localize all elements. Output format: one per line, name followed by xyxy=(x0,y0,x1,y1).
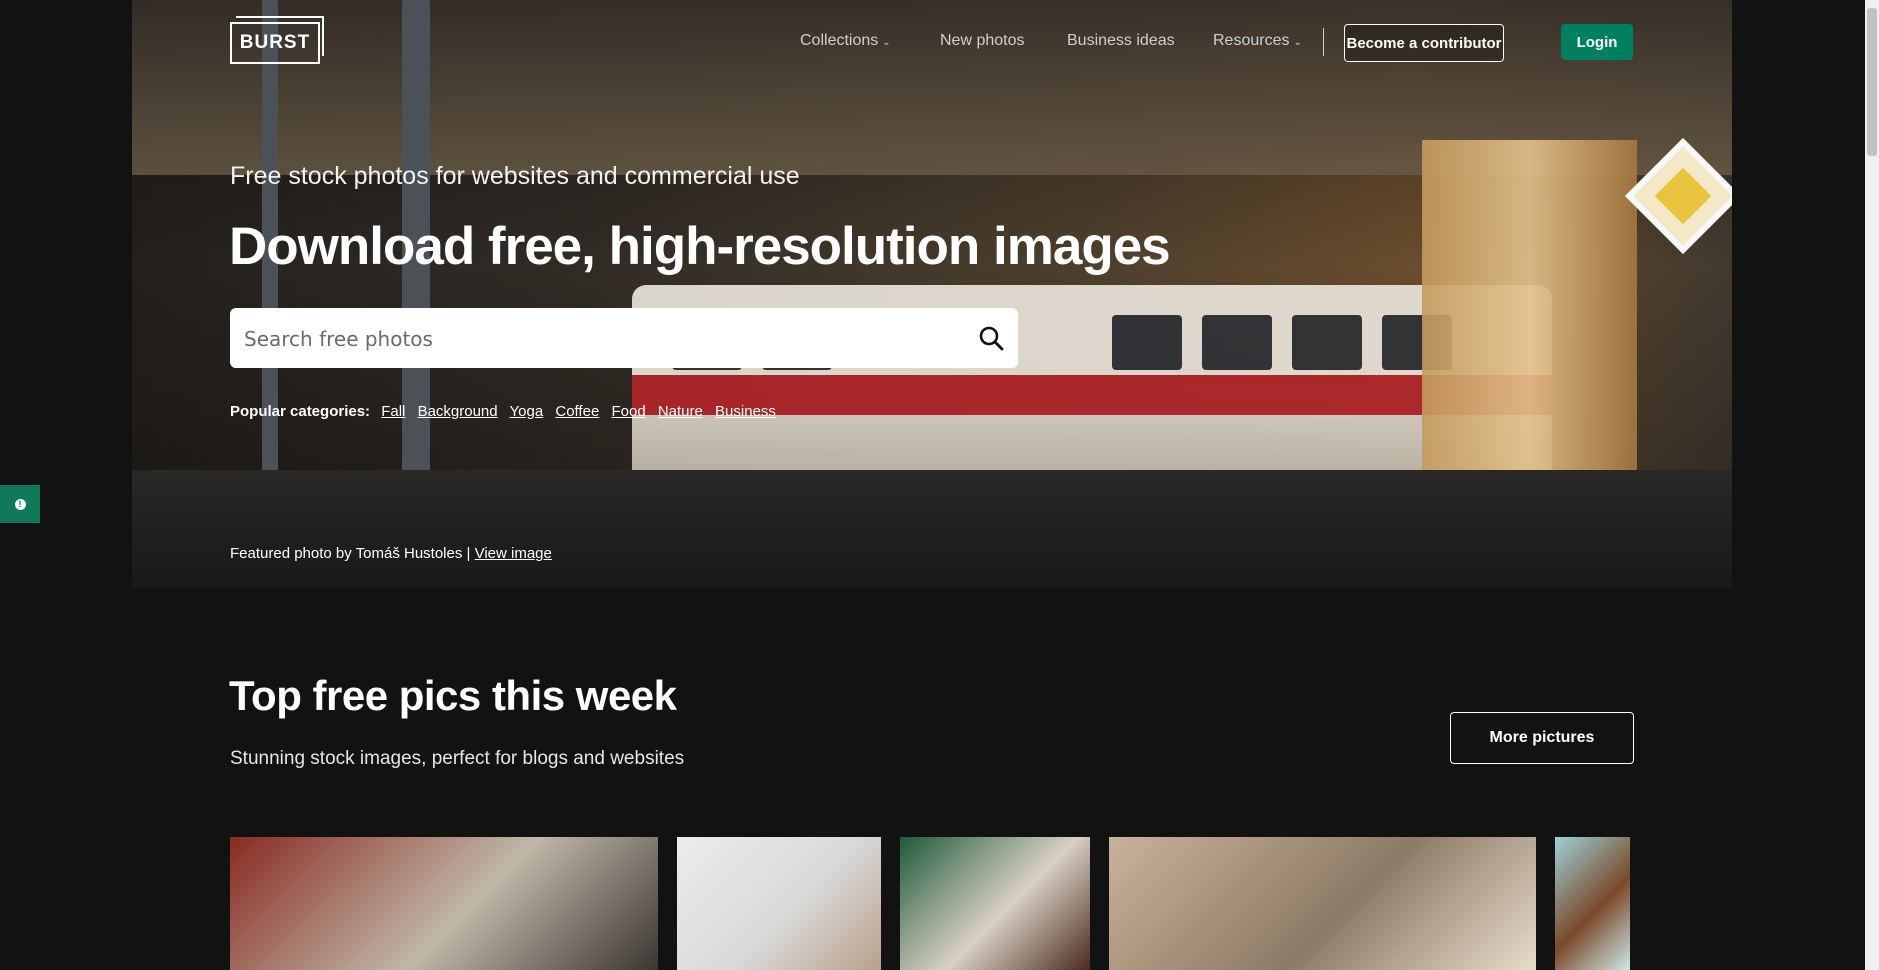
nav-new-photos[interactable]: New photos xyxy=(940,32,1025,50)
category-link-fall[interactable]: Fall xyxy=(381,403,405,420)
search-icon[interactable] xyxy=(978,325,1004,351)
category-link-nature[interactable]: Nature xyxy=(658,403,703,420)
nav-resources[interactable]: Resources ⌄ xyxy=(1213,32,1302,50)
book-pages-photo[interactable] xyxy=(1109,837,1536,970)
category-link-background[interactable]: Background xyxy=(418,403,498,420)
brush-on-blue-photo[interactable] xyxy=(1555,837,1630,970)
street-storefront-photo[interactable] xyxy=(230,837,658,970)
info-icon: ! xyxy=(14,498,26,510)
nav-collections[interactable]: Collections ⌄ xyxy=(800,32,891,50)
woman-portrait-photo[interactable] xyxy=(677,837,881,970)
category-link-food[interactable]: Food xyxy=(611,403,645,420)
featured-credit: Featured photo by Tomáš Hustoles | View … xyxy=(230,545,552,562)
popular-categories: Popular categories: Fall Background Yoga… xyxy=(230,403,784,420)
hero-photo-wood-wall xyxy=(1422,140,1637,490)
hero-subtitle: Free stock photos for websites and comme… xyxy=(230,162,800,190)
nav-collections-label: Collections xyxy=(800,32,879,49)
nav-resources-label: Resources xyxy=(1213,32,1290,49)
hero-headline: Download free, high-resolution images xyxy=(229,217,1171,276)
search-bar xyxy=(230,308,1018,370)
category-link-yoga[interactable]: Yoga xyxy=(510,403,544,420)
become-contributor-button[interactable]: Become a contributor xyxy=(1344,24,1504,62)
section-title: Top free pics this week xyxy=(229,672,677,719)
chevron-down-icon: ⌄ xyxy=(882,37,891,48)
category-link-coffee[interactable]: Coffee xyxy=(555,403,599,420)
login-button[interactable]: Login xyxy=(1561,24,1633,60)
section-subtitle: Stunning stock images, perfect for blogs… xyxy=(230,748,685,769)
magazine-reading-photo[interactable] xyxy=(900,837,1090,970)
page-scrollbar[interactable] xyxy=(1865,0,1879,970)
info-feedback-tab[interactable]: ! xyxy=(0,485,40,523)
featured-credit-text: Featured photo by Tomáš Hustoles | xyxy=(230,545,471,562)
hero-banner xyxy=(132,0,1732,588)
hero-photo-ground xyxy=(132,470,1732,588)
nav-divider xyxy=(1323,28,1324,56)
more-pictures-button[interactable]: More pictures xyxy=(1450,712,1634,764)
scrollbar-thumb[interactable] xyxy=(1867,8,1877,156)
chevron-down-icon: ⌄ xyxy=(1293,37,1302,48)
view-image-link[interactable]: View image xyxy=(475,545,552,562)
burst-logo[interactable]: BURST xyxy=(230,16,324,64)
category-link-business[interactable]: Business xyxy=(715,403,776,420)
search-input[interactable] xyxy=(242,308,946,370)
nav-business-ideas[interactable]: Business ideas xyxy=(1067,32,1175,50)
categories-label: Popular categories: xyxy=(230,403,371,420)
